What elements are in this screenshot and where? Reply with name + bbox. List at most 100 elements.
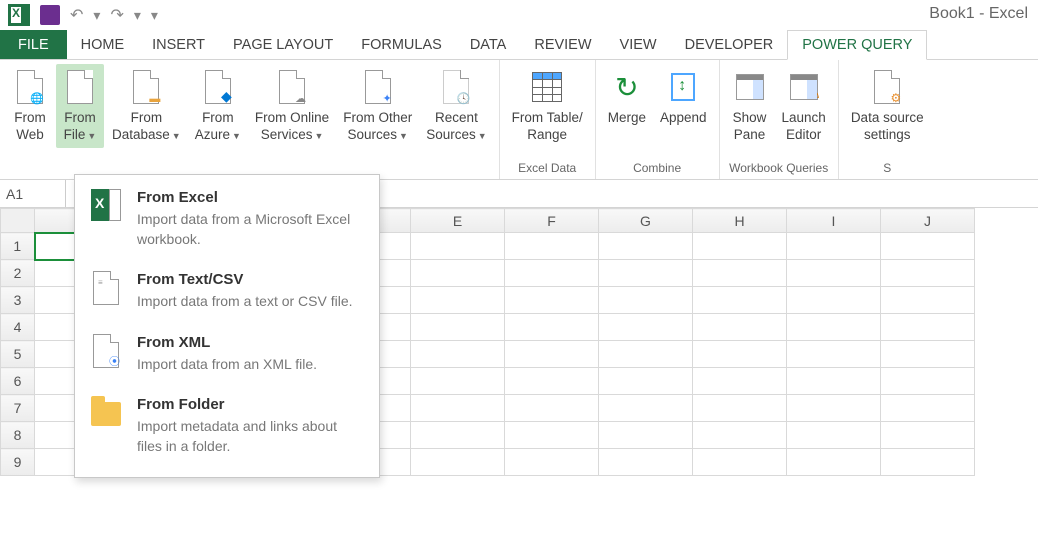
from-other-sources-button[interactable]: ✦ From Other Sources▼ [337,64,418,148]
cell[interactable] [881,422,975,449]
from-azure-button[interactable]: ◆ From Azure▼ [189,64,247,148]
tab-home[interactable]: HOME [67,30,139,59]
cell[interactable] [693,368,787,395]
cell[interactable] [693,260,787,287]
cell[interactable] [693,422,787,449]
cell[interactable] [505,449,599,476]
cell[interactable] [505,314,599,341]
menu-from-folder[interactable]: From Folder Import metadata and links ab… [75,388,379,470]
col-header[interactable]: G [599,209,693,233]
cell[interactable] [881,395,975,422]
row-header[interactable]: 4 [1,314,35,341]
row-header[interactable]: 2 [1,260,35,287]
row-header[interactable]: 9 [1,449,35,476]
from-online-services-button[interactable]: ☁ From Online Services▼ [249,64,335,148]
redo-caret-icon[interactable]: ▾ [134,7,141,24]
cell[interactable] [787,341,881,368]
cell[interactable] [599,233,693,260]
data-source-settings-button[interactable]: ⚙ Data source settings [845,64,930,148]
cell[interactable] [599,341,693,368]
tab-power-query[interactable]: POWER QUERY [787,30,927,60]
cell[interactable] [881,314,975,341]
cell[interactable] [411,287,505,314]
from-database-button[interactable]: ▬ From Database▼ [106,64,187,148]
cell[interactable] [505,395,599,422]
row-header[interactable]: 3 [1,287,35,314]
name-box[interactable]: A1 [0,180,66,207]
cell[interactable] [599,449,693,476]
cell[interactable] [787,233,881,260]
tab-insert[interactable]: INSERT [138,30,219,59]
cell[interactable] [787,368,881,395]
cell[interactable] [693,233,787,260]
menu-from-excel[interactable]: From Excel Import data from a Microsoft … [75,181,379,263]
cell[interactable] [505,287,599,314]
undo-caret-icon[interactable]: ▾ [93,7,100,24]
save-icon[interactable] [40,5,60,25]
cell[interactable] [505,341,599,368]
col-header[interactable]: F [505,209,599,233]
cell[interactable] [599,314,693,341]
qat-customize-icon[interactable]: ▾ [151,7,158,24]
cell[interactable] [411,260,505,287]
cell[interactable] [881,449,975,476]
cell[interactable] [693,449,787,476]
cell[interactable] [693,314,787,341]
menu-from-xml[interactable]: ⦿ From XML Import data from an XML file. [75,326,379,389]
tab-file[interactable]: FILE [0,30,67,59]
tab-data[interactable]: DATA [456,30,521,59]
row-header[interactable]: 5 [1,341,35,368]
row-header[interactable]: 1 [1,233,35,260]
cell[interactable] [787,449,881,476]
cell[interactable] [505,422,599,449]
cell[interactable] [411,368,505,395]
cell[interactable] [881,260,975,287]
row-header[interactable]: 8 [1,422,35,449]
cell[interactable] [411,341,505,368]
cell[interactable] [411,449,505,476]
cell[interactable] [693,341,787,368]
show-pane-button[interactable]: Show Pane [726,64,774,148]
cell[interactable] [411,314,505,341]
cell[interactable] [787,287,881,314]
cell[interactable] [693,287,787,314]
row-header[interactable]: 7 [1,395,35,422]
col-header[interactable]: I [787,209,881,233]
cell[interactable] [599,395,693,422]
col-header[interactable]: H [693,209,787,233]
launch-editor-button[interactable]: ✎ Launch Editor [776,64,832,148]
cell[interactable] [411,395,505,422]
cell[interactable] [599,368,693,395]
cell[interactable] [505,260,599,287]
cell[interactable] [787,395,881,422]
select-all-corner[interactable] [1,209,35,233]
tab-review[interactable]: REVIEW [520,30,605,59]
cell[interactable] [411,233,505,260]
redo-icon[interactable]: ↷ [110,5,123,25]
row-header[interactable]: 6 [1,368,35,395]
recent-sources-button[interactable]: 🕓 Recent Sources▼ [420,64,492,148]
tab-developer[interactable]: DEVELOPER [671,30,788,59]
cell[interactable] [881,287,975,314]
append-button[interactable]: Append [654,64,713,131]
col-header[interactable]: J [881,209,975,233]
cell[interactable] [599,422,693,449]
cell[interactable] [881,341,975,368]
from-table-range-button[interactable]: From Table/ Range [506,64,589,148]
cell[interactable] [505,233,599,260]
tab-page-layout[interactable]: PAGE LAYOUT [219,30,347,59]
col-header[interactable]: E [411,209,505,233]
cell[interactable] [787,314,881,341]
from-file-button[interactable]: From File▼ [56,64,104,148]
merge-button[interactable]: ↻ Merge [602,64,652,131]
cell[interactable] [787,260,881,287]
cell[interactable] [599,287,693,314]
cell[interactable] [505,368,599,395]
cell[interactable] [787,422,881,449]
cell[interactable] [411,422,505,449]
cell[interactable] [881,233,975,260]
tab-view[interactable]: VIEW [606,30,671,59]
cell[interactable] [693,395,787,422]
undo-icon[interactable]: ↶ [70,5,83,25]
menu-from-text-csv[interactable]: ≡ From Text/CSV Import data from a text … [75,263,379,326]
